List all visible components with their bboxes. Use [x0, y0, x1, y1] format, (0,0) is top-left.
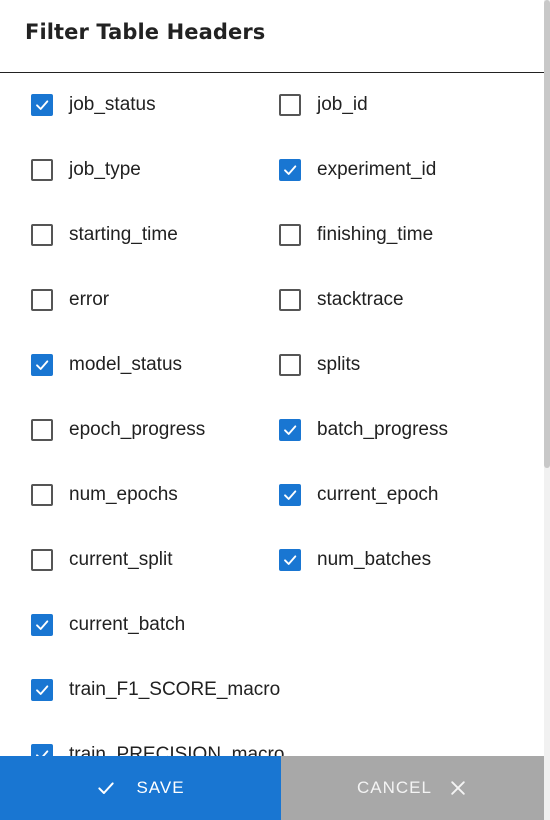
checkbox-model-status[interactable]: [31, 354, 53, 376]
checkbox-job-status[interactable]: [31, 94, 53, 116]
filter-option-train-f1-score-macro[interactable]: train_F1_SCORE_macro: [31, 675, 280, 705]
checkmark-icon: [284, 555, 297, 565]
filter-option-num-epochs[interactable]: num_epochs: [31, 480, 178, 510]
check-icon: [98, 782, 115, 794]
checkbox-num-batches[interactable]: [279, 549, 301, 571]
filter-option-job-id[interactable]: job_id: [279, 90, 368, 120]
checkbox-job-type[interactable]: [31, 159, 53, 181]
checkbox-label: current_batch: [69, 614, 186, 635]
checkmark-icon: [284, 490, 297, 500]
filter-option-experiment-id[interactable]: experiment_id: [279, 155, 436, 185]
checkbox-current-split[interactable]: [31, 549, 53, 571]
dialog-title: Filter Table Headers: [25, 20, 266, 44]
checkmark-icon: [36, 100, 49, 110]
checkmark-icon: [284, 425, 297, 435]
checkmark-icon: [284, 165, 297, 175]
checkbox-epoch-progress[interactable]: [31, 419, 53, 441]
filter-option-epoch-progress[interactable]: epoch_progress: [31, 415, 205, 445]
checkbox-label: model_status: [69, 354, 183, 375]
checkbox-label: stacktrace: [317, 289, 404, 310]
checkbox-label: train_F1_SCORE_macro: [69, 679, 281, 700]
filter-option-finishing-time[interactable]: finishing_time: [279, 220, 433, 250]
checkbox-error[interactable]: [31, 289, 53, 311]
filter-option-job-status[interactable]: job_status: [31, 90, 156, 120]
checkbox-label: starting_time: [69, 224, 178, 245]
checkbox-label: finishing_time: [317, 224, 434, 245]
checkbox-label: error: [69, 289, 110, 310]
checkbox-label: batch_progress: [317, 419, 448, 440]
save-label: SAVE: [136, 778, 185, 797]
checkbox-job-id[interactable]: [279, 94, 301, 116]
filter-option-num-batches[interactable]: num_batches: [279, 545, 431, 575]
checkbox-experiment-id[interactable]: [279, 159, 301, 181]
filter-option-splits[interactable]: splits: [279, 350, 360, 380]
checkbox-label: epoch_progress: [69, 419, 206, 440]
checkbox-current-batch[interactable]: [31, 614, 53, 636]
cancel-label: CANCEL: [357, 778, 432, 797]
filter-option-model-status[interactable]: model_status: [31, 350, 182, 380]
checkbox-stacktrace[interactable]: [279, 289, 301, 311]
scrollbar-track[interactable]: [544, 0, 550, 820]
save-button[interactable]: SAVE: [0, 756, 281, 820]
filter-option-starting-time[interactable]: starting_time: [31, 220, 178, 250]
checkmark-icon: [36, 620, 49, 630]
checkbox-current-epoch[interactable]: [279, 484, 301, 506]
filter-option-error[interactable]: error: [31, 285, 109, 315]
checkbox-label: job_type: [69, 159, 141, 180]
cancel-button[interactable]: CANCEL: [281, 756, 544, 820]
checkbox-label: splits: [317, 354, 361, 375]
filter-option-stacktrace[interactable]: stacktrace: [279, 285, 404, 315]
checkbox-train-f1-score-macro[interactable]: [31, 679, 53, 701]
checkbox-splits[interactable]: [279, 354, 301, 376]
filter-option-batch-progress[interactable]: batch_progress: [279, 415, 448, 445]
checkbox-label: job_status: [69, 94, 156, 115]
checkbox-grid: job_status job_type starting_timeerror mode…: [31, 73, 541, 758]
checkbox-label: num_epochs: [69, 484, 178, 505]
checkbox-batch-progress[interactable]: [279, 419, 301, 441]
filter-option-current-split[interactable]: current_split: [31, 545, 173, 575]
checkmark-icon: [36, 360, 49, 370]
close-icon: [451, 781, 465, 795]
checkmark-icon: [36, 685, 49, 695]
checkbox-label: current_split: [69, 549, 173, 570]
checkbox-label: experiment_id: [317, 159, 437, 180]
scrollbar-thumb[interactable]: [544, 0, 550, 468]
dialog-footer: SAVE CANCEL: [0, 756, 544, 820]
checkbox-num-epochs[interactable]: [31, 484, 53, 506]
checkbox-label: num_batches: [317, 549, 432, 570]
checkbox-finishing-time[interactable]: [279, 224, 301, 246]
checkbox-starting-time[interactable]: [31, 224, 53, 246]
filter-option-current-epoch[interactable]: current_epoch: [279, 480, 438, 510]
filter-option-current-batch[interactable]: current_batch: [31, 610, 185, 640]
checkbox-label: job_id: [317, 94, 368, 115]
checkbox-label: current_epoch: [317, 484, 439, 505]
filter-option-job-type[interactable]: job_type: [31, 155, 141, 185]
